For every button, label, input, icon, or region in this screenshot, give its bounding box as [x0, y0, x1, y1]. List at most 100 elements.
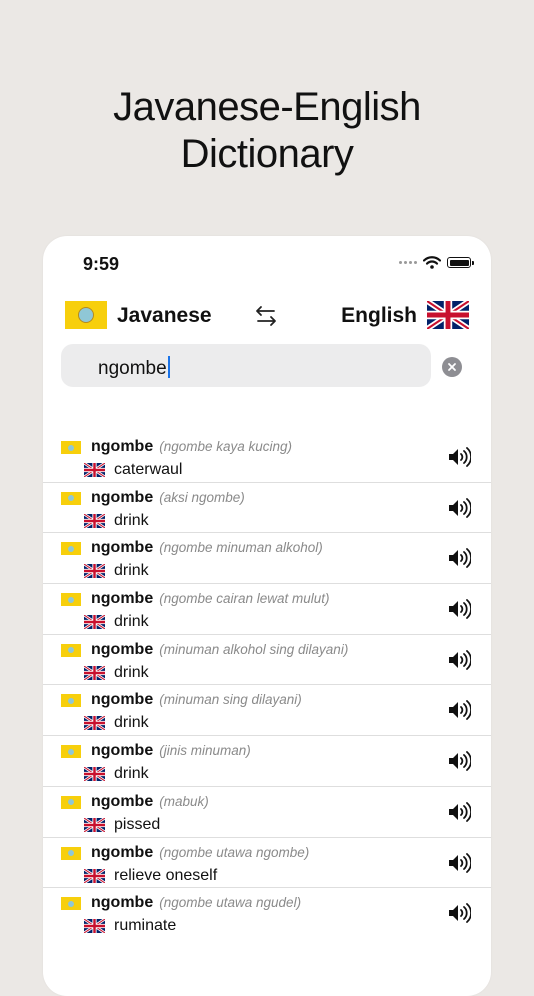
- result-row[interactable]: ngombe (ngombe kaya kucing) caterwaul: [43, 432, 491, 483]
- uk-flag-icon[interactable]: [427, 301, 469, 329]
- text-caret: [167, 356, 170, 378]
- speaker-icon[interactable]: [447, 699, 471, 721]
- result-translation: drink: [114, 562, 149, 580]
- result-row[interactable]: ngombe (ngombe utawa ngudel) ruminate: [43, 888, 491, 939]
- wifi-icon: [423, 256, 441, 269]
- search-value: ngombe: [98, 358, 167, 379]
- result-context: (ngombe cairan lewat mulut): [159, 591, 330, 607]
- result-headword: ngombe: [91, 640, 154, 658]
- hero-title: Javanese-English Dictionary: [0, 84, 534, 178]
- battery-icon: [447, 257, 474, 268]
- uk-flag-icon: [84, 665, 105, 680]
- result-word: ngombe (ngombe utawa ngombe): [91, 844, 309, 862]
- result-row[interactable]: ngombe (aksi ngombe) drink: [43, 483, 491, 534]
- result-row[interactable]: ngombe (ngombe utawa ngombe) relieve ones…: [43, 838, 491, 889]
- uk-flag-icon: [84, 463, 105, 477]
- uk-flag-icon: [84, 513, 105, 528]
- result-headword: ngombe: [91, 539, 154, 557]
- speaker-icon[interactable]: [447, 497, 471, 519]
- javanese-flag-icon: [61, 593, 81, 607]
- speaker-icon[interactable]: [447, 852, 471, 874]
- result-translation: pissed: [114, 815, 161, 833]
- javanese-flag-icon: [61, 491, 81, 505]
- javanese-flag-icon[interactable]: [65, 301, 107, 329]
- result-row[interactable]: ngombe (minuman sing dilayani) drink: [43, 685, 491, 737]
- clear-button[interactable]: [442, 357, 462, 377]
- result-context: (minuman alkohol sing dilayani): [159, 641, 349, 657]
- result-translation: drink: [114, 511, 149, 529]
- result-word: ngombe (mabuk): [91, 793, 209, 811]
- uk-flag-icon: [84, 767, 105, 782]
- javanese-flag-icon: [61, 897, 81, 911]
- clear-circle-icon: [448, 363, 456, 371]
- hero-title-line2: Dictionary: [180, 132, 354, 176]
- result-word: ngombe (ngombe cairan lewat mulut): [91, 590, 330, 608]
- result-row[interactable]: ngombe (mabuk) pissed: [43, 787, 491, 838]
- language-bar: Javanese English: [65, 299, 469, 331]
- hero-title-line1: Javanese-English: [113, 85, 421, 129]
- result-context: (ngombe kaya kucing): [159, 439, 293, 454]
- result-word: ngombe (ngombe minuman alkohol): [91, 539, 323, 557]
- uk-flag-icon: [84, 615, 105, 630]
- result-translation: ruminate: [114, 917, 177, 935]
- result-headword: ngombe: [91, 742, 154, 760]
- speaker-icon[interactable]: [447, 801, 471, 823]
- target-language[interactable]: English: [341, 304, 417, 328]
- result-context: (aksi ngombe): [159, 489, 245, 505]
- results-list: ngombe (ngombe kaya kucing) caterwaul ngo…: [43, 432, 491, 939]
- javanese-flag-icon: [61, 542, 81, 556]
- result-headword: ngombe: [91, 438, 154, 455]
- result-translation: caterwaul: [114, 461, 183, 478]
- result-word: ngombe (minuman alkohol sing dilayani): [91, 641, 348, 659]
- javanese-flag-icon: [61, 795, 81, 809]
- result-row[interactable]: ngombe (ngombe minuman alkohol) drink: [43, 533, 491, 585]
- uk-flag-icon: [84, 868, 105, 883]
- javanese-flag-icon: [61, 441, 81, 454]
- javanese-flag-icon: [61, 745, 81, 759]
- result-context: (ngombe utawa ngudel): [159, 895, 302, 911]
- result-translation: drink: [114, 765, 149, 783]
- javanese-flag-icon: [61, 846, 81, 860]
- result-translation: relieve oneself: [114, 866, 218, 884]
- result-context: (jinis minuman): [159, 743, 251, 759]
- source-language[interactable]: Javanese: [117, 304, 212, 328]
- signal-dots-icon: [399, 261, 417, 264]
- result-context: (ngombe minuman alkohol): [159, 540, 323, 556]
- javanese-flag-icon: [61, 694, 81, 708]
- speaker-icon[interactable]: [447, 902, 471, 924]
- javanese-flag-icon: [61, 643, 81, 657]
- result-headword: ngombe: [91, 488, 154, 506]
- result-word: ngombe (ngombe kaya kucing): [91, 438, 292, 456]
- result-translation: drink: [114, 613, 149, 631]
- result-headword: ngombe: [91, 792, 154, 810]
- status-icons: [399, 256, 474, 269]
- result-word: ngombe (ngombe utawa ngudel): [91, 894, 301, 912]
- result-row[interactable]: ngombe (minuman alkohol sing dilayani) dr…: [43, 635, 491, 686]
- uk-flag-icon: [84, 919, 105, 934]
- result-headword: ngombe: [91, 590, 154, 608]
- speaker-icon[interactable]: [447, 649, 471, 671]
- result-word: ngombe (minuman sing dilayani): [91, 691, 302, 709]
- result-headword: ngombe: [91, 894, 154, 912]
- uk-flag-icon: [84, 817, 105, 832]
- search-input-text[interactable]: ngombe: [98, 356, 170, 380]
- result-word: ngombe (aksi ngombe): [91, 489, 245, 507]
- swap-arrows-icon[interactable]: [253, 303, 279, 329]
- result-row[interactable]: ngombe (jinis minuman) drink: [43, 736, 491, 787]
- result-headword: ngombe: [91, 691, 154, 709]
- speaker-icon[interactable]: [447, 598, 471, 620]
- result-context: (mabuk): [159, 793, 209, 809]
- result-translation: drink: [114, 714, 149, 732]
- result-translation: drink: [114, 663, 149, 681]
- result-context: (minuman sing dilayani): [159, 692, 302, 708]
- speaker-icon[interactable]: [447, 446, 471, 468]
- speaker-icon[interactable]: [447, 750, 471, 772]
- uk-flag-icon: [84, 564, 105, 579]
- search-input[interactable]: ngombe: [61, 344, 431, 387]
- result-row[interactable]: ngombe (ngombe cairan lewat mulut) drink: [43, 584, 491, 635]
- speaker-icon[interactable]: [447, 547, 471, 569]
- result-word: ngombe (jinis minuman): [91, 742, 251, 760]
- result-context: (ngombe utawa ngombe): [159, 844, 310, 860]
- uk-flag-icon: [84, 716, 105, 731]
- status-time: 9:59: [83, 254, 120, 274]
